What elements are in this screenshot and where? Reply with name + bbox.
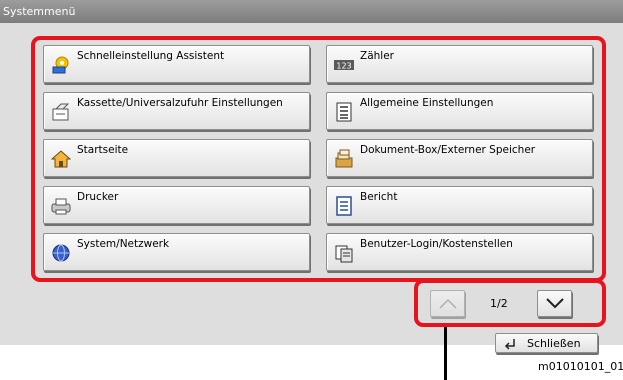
menu-grid-highlight: [31, 36, 606, 282]
figure-code: m01010101_01: [538, 360, 623, 373]
return-arrow-icon: [504, 339, 515, 350]
close-button[interactable]: Schließen: [495, 333, 598, 353]
close-button-label: Schließen: [527, 337, 581, 350]
pager-highlight: [414, 279, 606, 327]
callout-line: [444, 327, 447, 380]
window-titlebar: Systemmenü: [0, 0, 623, 23]
window-title: Systemmenü: [3, 5, 76, 18]
